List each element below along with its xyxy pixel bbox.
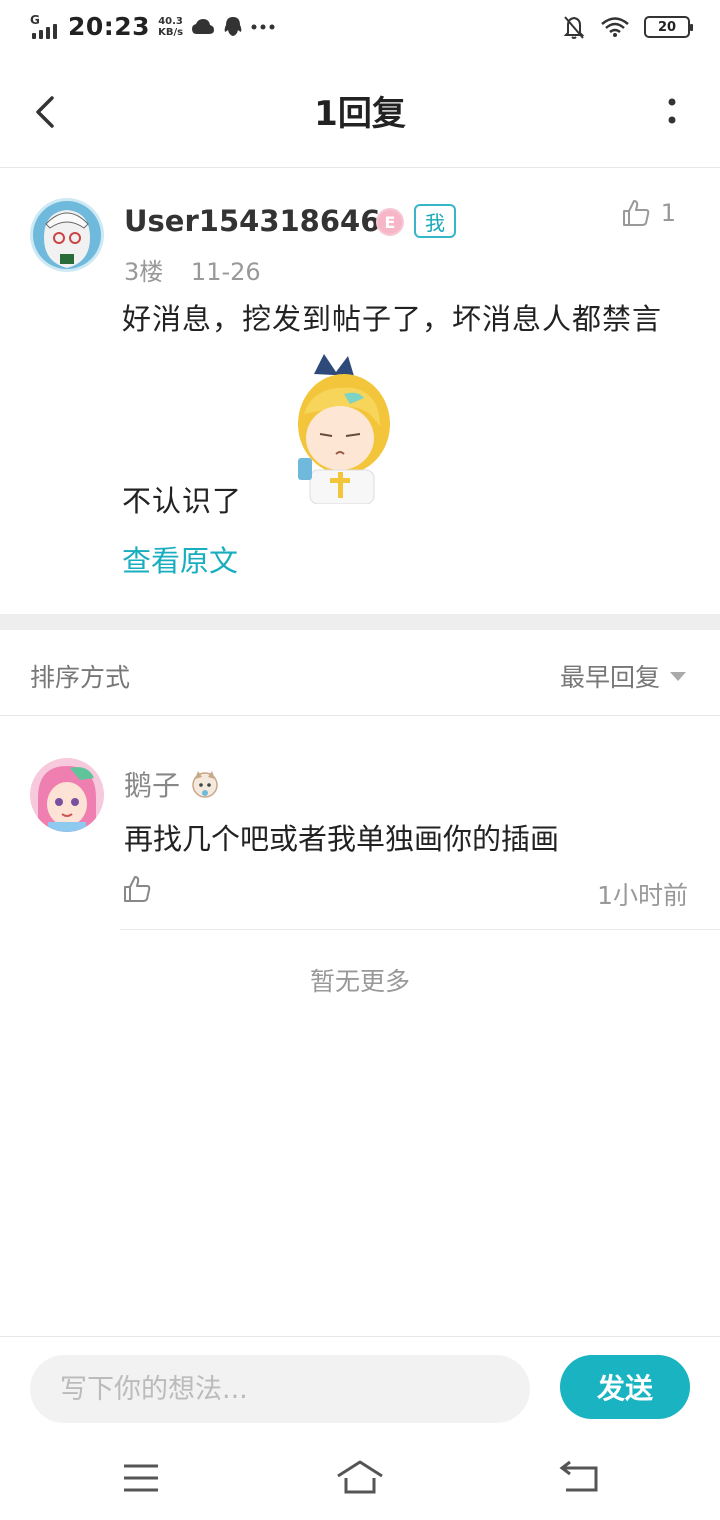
sort-selected-value: 最早回复 — [559, 663, 660, 692]
post-text-continued: 不认识了 — [122, 484, 243, 518]
caret-down-icon — [670, 671, 686, 681]
cat-badge-icon — [192, 771, 218, 798]
list-end-text: 暂无更多 — [309, 967, 410, 996]
top-app-bar: 1回复 — [0, 56, 720, 168]
clock: 20:23 — [68, 12, 151, 41]
sort-label: 排序方式 — [30, 663, 131, 692]
reply-time: 1小时前 — [597, 881, 688, 910]
more-options-button[interactable] — [664, 96, 680, 132]
post-text: 好消息，挖发到帖子了，坏消息人都禁言 — [122, 302, 663, 336]
menu-icon[interactable] — [116, 1458, 166, 1498]
level-badge: E — [376, 208, 404, 236]
mute-bell-icon — [563, 16, 585, 39]
sticker-image — [298, 354, 390, 504]
system-nav-bar — [0, 1440, 720, 1520]
reply-username[interactable]: 鹅子 — [124, 764, 180, 804]
view-original-link[interactable]: 查看原文 — [122, 538, 238, 580]
post-date: 11-26 — [190, 258, 261, 286]
back-arrow-icon[interactable] — [556, 1458, 606, 1498]
network-speed: 40.3 KB/s — [158, 15, 184, 38]
battery-indicator: 20 — [644, 16, 693, 38]
post-meta: 3楼 11-26 — [124, 252, 261, 287]
user-avatar[interactable] — [30, 198, 104, 272]
status-bar: G 20:23 40.3 KB/s 20 — [0, 0, 720, 56]
like-count: 1 — [660, 199, 676, 227]
sort-dropdown[interactable]: 最早回复 — [560, 658, 686, 694]
section-divider — [0, 614, 720, 630]
post-username[interactable]: User1543186466 — [124, 204, 401, 238]
comment-input[interactable] — [30, 1355, 530, 1423]
reply-username-row: 鹅子 — [124, 764, 220, 804]
reply-like-button[interactable] — [122, 874, 152, 904]
qq-icon — [224, 16, 242, 36]
floor-number: 3楼 — [124, 258, 164, 286]
reply-item: 鹅子 再找几个吧或者我单独画你的插画 1小时前 — [0, 716, 720, 930]
reply-separator — [120, 929, 720, 930]
network-type: G — [30, 12, 40, 27]
composer-bar: 发送 — [0, 1336, 720, 1440]
home-icon[interactable] — [335, 1458, 385, 1498]
cloud-icon — [192, 18, 215, 34]
signal-icon: G — [30, 13, 60, 41]
thumbs-up-icon — [622, 200, 649, 226]
main-post: User1543186466 E 我 3楼 11-26 1 好消息，挖发到帖子了… — [0, 168, 720, 614]
me-badge: 我 — [414, 204, 456, 238]
sort-bar: 排序方式 最早回复 — [0, 630, 720, 716]
wifi-icon — [601, 17, 629, 37]
send-button[interactable]: 发送 — [560, 1355, 690, 1419]
page-title: 1回复 — [314, 94, 406, 134]
reply-text: 再找几个吧或者我单独画你的插画 — [124, 822, 560, 856]
post-like-button[interactable]: 1 — [621, 198, 676, 228]
more-notifications-icon — [251, 24, 275, 29]
reply-user-avatar[interactable] — [30, 758, 104, 832]
